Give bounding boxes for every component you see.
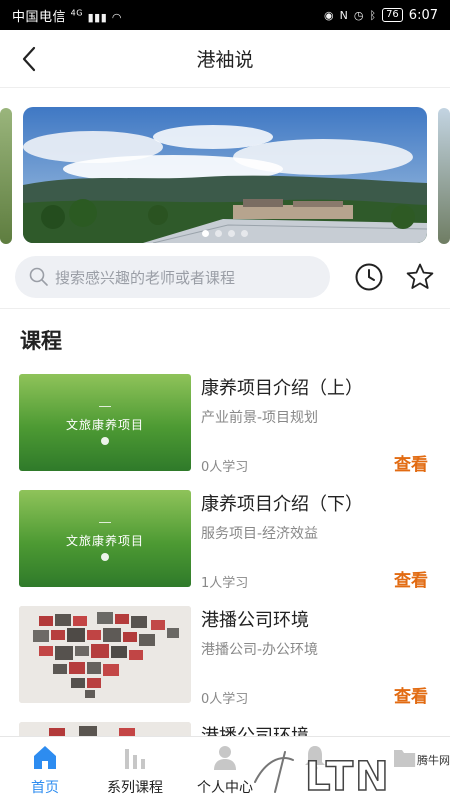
network-label: 4G [70,8,83,18]
page-title: 港袖说 [196,49,254,71]
nav-header: 港袖说 [0,30,450,88]
tab-personal-center[interactable]: 个人中心 [180,737,270,800]
banner-slide[interactable] [23,107,427,243]
folder-icon [394,750,416,767]
learner-count: 0人学习 [201,692,249,707]
carousel-dot[interactable] [241,230,248,237]
banner-next-peek[interactable] [438,108,450,244]
tab-label: 首页 [31,780,59,796]
home-icon [34,746,56,769]
section-divider [0,308,450,309]
office-wall-photo [19,606,191,703]
course-title[interactable]: 港播公司环境 [201,606,309,632]
course-subtitle: 产业前景-项目规划 [201,410,319,426]
thumb-caption: 文旅康养项目 [65,534,144,548]
search-icon [29,267,48,286]
search-input[interactable]: 搜索感兴趣的老师或者课程 [15,256,330,298]
carousel-dot[interactable] [215,230,222,237]
person-icon [214,746,236,770]
learner-count: 1人学习 [201,576,249,591]
tab-label: 个人中心 [197,780,253,796]
bar-chart-icon [125,749,145,769]
search-row: 搜索感兴趣的老师或者课程 [0,256,450,300]
bottom-tab-bar: 首页 系列课程 个人中心 [0,736,450,800]
tab-label: 系列课程 [107,780,163,796]
tab-series-courses[interactable]: 系列课程 [90,737,180,800]
eye-icon: ◉ [324,8,334,22]
history-button[interactable] [354,262,384,292]
course-title[interactable]: 康养项目介绍（下） [201,490,363,516]
view-button[interactable]: 查看 [394,682,428,707]
course-thumbnail[interactable]: 文旅康养项目 [19,490,191,587]
view-button[interactable]: 查看 [394,450,428,475]
course-thumbnail[interactable] [19,606,191,703]
banner-prev-peek[interactable] [0,108,12,244]
favorite-button[interactable] [405,262,435,292]
course-item[interactable]: 港播公司环境 港播公司-办公环境 0人学习 查看 [0,606,450,716]
section-title: 课程 [20,329,62,353]
carrier-name: 中国电信 [12,9,67,25]
star-icon [406,263,434,289]
carousel-dot[interactable] [228,230,235,237]
search-placeholder: 搜索感兴趣的老师或者课程 [55,268,236,287]
alarm-icon: ◷ [353,8,364,22]
carrier-label: 中国电信 4G ▮▮▮ ◠ [12,6,324,25]
wifi-icon: ◠ [111,10,123,24]
nfc-icon: N [339,8,348,22]
banner-carousel[interactable] [0,100,450,250]
thumb-decoration [99,406,111,407]
course-subtitle: 服务项目-经济效益 [201,526,319,542]
course-thumbnail[interactable]: 文旅康养项目 [19,374,191,471]
back-arrow-icon [22,46,36,72]
thumb-caption: 文旅康养项目 [65,418,144,432]
clock: 6:07 [408,7,438,23]
battery-indicator: 76 [382,8,403,22]
carousel-dots [23,230,427,237]
tab-downloads[interactable] [360,737,450,800]
landscape-image [23,107,427,243]
bell-icon [305,746,325,771]
course-item[interactable]: 文旅康养项目 康养项目介绍（上） 产业前景-项目规划 0人学习 查看 [0,374,450,484]
learner-count: 0人学习 [201,460,249,475]
course-title[interactable]: 康养项目介绍（上） [201,374,363,400]
course-subtitle: 港播公司-办公环境 [201,642,319,658]
thumb-decoration [99,522,111,523]
thumb-decoration [101,437,109,445]
bluetooth-icon: ᛒ [369,8,377,22]
status-bar: 中国电信 4G ▮▮▮ ◠ ◉ N ◷ ᛒ 76 6:07 [0,0,450,30]
tab-notifications[interactable] [270,737,360,800]
carousel-dot[interactable] [202,230,209,237]
signal-icon: ▮▮▮ [87,10,108,24]
thumb-decoration [101,553,109,561]
back-button[interactable] [14,44,44,74]
view-button[interactable]: 查看 [394,566,428,591]
tab-home[interactable]: 首页 [0,737,90,800]
course-item[interactable]: 文旅康养项目 康养项目介绍（下） 服务项目-经济效益 1人学习 查看 [0,490,450,600]
clock-icon [355,263,383,291]
